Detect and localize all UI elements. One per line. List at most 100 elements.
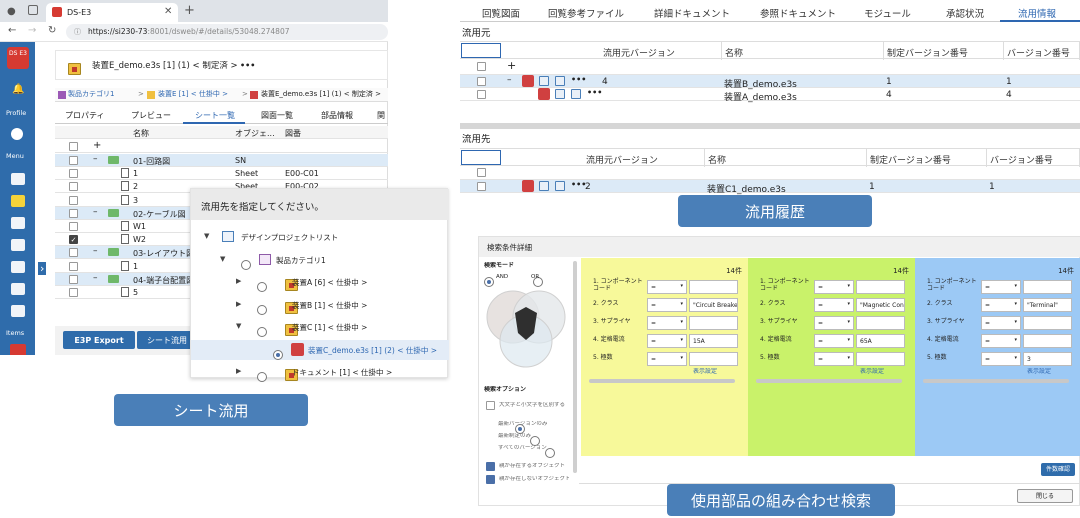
chevron-down-icon[interactable]: ▼ [220, 255, 225, 263]
reload-icon[interactable]: ↻ [48, 25, 56, 36]
row-checkbox[interactable] [69, 195, 78, 205]
operator-select[interactable]: = ▾ [981, 334, 1021, 348]
sheet-reuse-button[interactable]: シート流用 [137, 331, 197, 349]
no-parent-checkbox[interactable] [486, 475, 495, 484]
value-input[interactable]: 65A [856, 334, 905, 348]
row-checkbox[interactable] [69, 169, 78, 179]
tab-preview[interactable]: プレビュー [131, 111, 171, 121]
cube-icon[interactable] [11, 283, 25, 295]
open-icon[interactable] [555, 181, 565, 191]
operator-select[interactable]: = ▾ [647, 352, 687, 366]
tree-radio[interactable] [257, 327, 267, 337]
value-input[interactable]: "Magnetic Con [856, 298, 905, 312]
row-checkbox[interactable] [69, 274, 78, 284]
count-check-button[interactable]: 件数確認 [1041, 463, 1075, 476]
view-icon[interactable] [539, 181, 549, 191]
chevron-down-icon[interactable]: ▾ [847, 301, 850, 307]
options-scrollbar[interactable] [573, 261, 577, 473]
chevron-down-icon[interactable]: ▼ [204, 232, 209, 240]
collapse-icon[interactable]: – [507, 75, 512, 85]
operator-select[interactable]: = ▾ [647, 280, 687, 294]
row-checkbox[interactable] [69, 261, 78, 271]
operator-select[interactable]: = ▾ [647, 316, 687, 330]
e3p-export-button[interactable]: E3P Export [63, 331, 135, 349]
close-tab-icon[interactable]: ✕ [164, 6, 172, 17]
tab-approval-status[interactable]: 承認状況 [946, 0, 984, 22]
case-sensitive-checkbox[interactable] [486, 401, 495, 410]
chevron-down-icon[interactable]: ▾ [1014, 283, 1017, 289]
display-settings-link[interactable]: 表示設定 [860, 368, 884, 375]
value-input[interactable]: "Terminal" [1023, 298, 1072, 312]
operator-select[interactable]: = ▾ [647, 334, 687, 348]
chevron-down-icon[interactable]: ▾ [1014, 319, 1017, 325]
row-checkbox[interactable] [477, 182, 486, 191]
more-button[interactable]: ••• [240, 61, 255, 71]
more-button[interactable]: ••• [571, 75, 586, 84]
collapse-icon[interactable]: – [93, 154, 98, 164]
chevron-down-icon[interactable]: ▾ [680, 283, 683, 289]
tree-node[interactable]: ▶ ドキュメント [1] < 仕掛中 > [191, 362, 449, 382]
operator-select[interactable]: = ▾ [814, 316, 854, 330]
has-parent-checkbox[interactable] [486, 462, 495, 471]
tree-node[interactable]: ▼ 製品カテゴリ1 [191, 250, 449, 270]
tree-node[interactable]: ▶ 装置A [6] < 仕掛中 > [191, 272, 449, 292]
monitor-icon[interactable] [11, 261, 25, 273]
value-input[interactable] [689, 316, 738, 330]
operator-select[interactable]: = ▾ [814, 298, 854, 312]
add-row-button[interactable]: + [93, 140, 101, 151]
tab-reference-docs[interactable]: 参照ドキュメント [760, 0, 836, 22]
operator-select[interactable]: = ▾ [814, 334, 854, 348]
view-icon[interactable] [539, 76, 549, 86]
select-all-checkbox[interactable] [69, 142, 78, 151]
open-icon[interactable] [571, 89, 581, 99]
tab-modules[interactable]: モジュール [864, 0, 911, 22]
select-all-checkbox[interactable] [477, 62, 486, 71]
chevron-right-icon[interactable]: ▶ [236, 300, 241, 308]
value-input[interactable]: 15A [689, 334, 738, 348]
chevron-down-icon[interactable]: ▾ [1014, 355, 1017, 361]
tab-strip-icon[interactable] [28, 5, 38, 15]
breadcrumb-item-2[interactable]: 装置E [1] < 仕掛中 > [158, 90, 228, 98]
chevron-down-icon[interactable]: ▾ [680, 337, 683, 343]
operator-select[interactable]: = ▾ [981, 352, 1021, 366]
tree-radio[interactable] [273, 349, 283, 360]
value-input[interactable] [689, 352, 738, 366]
all-versions-radio[interactable] [545, 448, 556, 458]
user-icon[interactable] [11, 128, 23, 140]
collapse-icon[interactable]: – [93, 207, 98, 217]
close-button[interactable]: 閉じる [1017, 489, 1073, 503]
row-checkbox[interactable] [69, 288, 78, 297]
item-logo-icon[interactable] [10, 344, 26, 355]
chevron-down-icon[interactable]: ▾ [1014, 337, 1017, 343]
panel-scrollbar[interactable] [589, 379, 735, 383]
display-settings-link[interactable]: 表示設定 [1027, 368, 1051, 375]
chevron-down-icon[interactable]: ▾ [680, 355, 683, 361]
value-input[interactable] [689, 280, 738, 294]
tree-node[interactable]: ▼ 装置C [1] < 仕掛中 > [191, 317, 449, 337]
files-icon[interactable] [11, 239, 25, 251]
forward-icon[interactable]: → [28, 25, 36, 36]
chevron-down-icon[interactable]: ▾ [680, 301, 683, 307]
row-checkbox[interactable]: ✓ [69, 235, 78, 245]
panel-scrollbar[interactable] [756, 379, 902, 383]
source-filter-box[interactable] [461, 43, 501, 58]
tree-node[interactable]: 装置C_demo.e3s [1] (2) < 仕掛中 > [191, 339, 449, 360]
chevron-down-icon[interactable]: ▾ [847, 319, 850, 325]
security-icon[interactable]: ⓘ [74, 27, 81, 37]
chevron-right-icon[interactable]: ▶ [236, 277, 241, 285]
section-scroll-divider[interactable] [460, 123, 1080, 129]
display-settings-link[interactable]: 表示設定 [693, 368, 717, 375]
browser-tab[interactable]: DS-E3 ✕ [46, 3, 178, 22]
tab-circulation-files[interactable]: 回覧参考ファイル [548, 0, 624, 22]
chevron-down-icon[interactable]: ▾ [847, 283, 850, 289]
table-row[interactable]: ••• 装置A_demo.e3s 4 4 [460, 88, 1080, 103]
tab-part-info[interactable]: 部品情報 [321, 111, 353, 121]
profile-icon[interactable]: ● [7, 6, 16, 17]
value-input[interactable] [1023, 280, 1072, 294]
add-row-button[interactable]: + [507, 59, 516, 72]
more-button[interactable]: ••• [587, 88, 602, 97]
open-icon[interactable] [555, 76, 565, 86]
table-row[interactable]: ••• 2 装置C1_demo.e3s 1 1 [460, 180, 1080, 195]
value-input[interactable] [1023, 334, 1072, 348]
tree-radio[interactable] [241, 259, 251, 270]
